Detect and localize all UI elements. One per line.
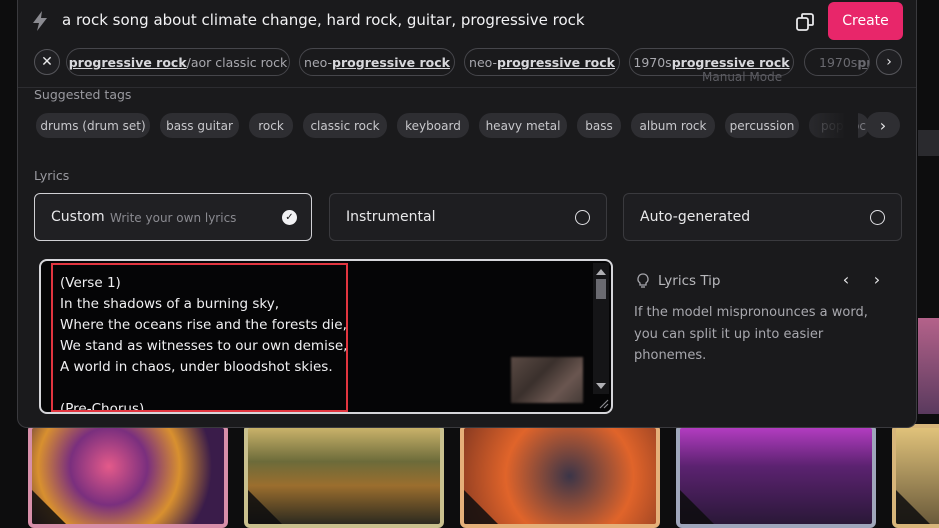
option-title: Instrumental (346, 209, 436, 225)
lyrics-option-custom[interactable]: Custom Write your own lyrics ✓ (34, 193, 312, 241)
background-thumbnail (918, 318, 939, 414)
fade-overlay (798, 110, 858, 142)
check-icon: ✓ (282, 210, 297, 225)
blurred-region (511, 357, 583, 403)
style-chip-bold: progressive rock (68, 54, 187, 70)
chevron-right-icon[interactable]: › (866, 112, 900, 138)
chevron-right-icon[interactable]: › (876, 49, 902, 75)
style-chip-prefix: neo- (304, 54, 333, 70)
lyrics-option-instrumental[interactable]: Instrumental (329, 193, 607, 241)
tag-chip[interactable]: bass guitar (160, 113, 239, 138)
tag-chip[interactable]: drums (drum set) (36, 113, 150, 138)
tag-chip[interactable]: classic rock (303, 113, 387, 138)
copy-icon[interactable] (794, 11, 816, 33)
song-cover-thumbnail[interactable] (676, 424, 876, 528)
lyrics-tip-title: Lyrics Tip (658, 273, 721, 289)
style-chip-prefix: neo- (469, 54, 498, 70)
scroll-up-icon[interactable] (596, 269, 606, 275)
option-title: Custom (51, 209, 105, 225)
song-gallery (0, 418, 939, 528)
option-title: Auto-generated (640, 209, 751, 225)
style-chip-prefix: 1970s (633, 54, 672, 70)
lyrics-textarea[interactable]: (Verse 1) In the shadows of a burning sk… (39, 259, 613, 414)
style-chip[interactable]: progressive rock/aor classic rock (66, 48, 290, 76)
manual-mode-label: Manual Mode (702, 70, 783, 84)
app-page: a rock song about climate change, hard r… (0, 0, 939, 528)
chevron-left-icon[interactable]: ‹ (838, 269, 854, 289)
close-icon[interactable]: ✕ (34, 49, 60, 75)
prompt-bar: a rock song about climate change, hard r… (18, 0, 916, 44)
song-cover-thumbnail[interactable] (244, 424, 444, 528)
tag-chip[interactable]: album rock (631, 113, 715, 138)
divider (18, 87, 916, 88)
prompt-input[interactable]: a rock song about climate change, hard r… (62, 11, 585, 29)
lightbulb-icon (637, 273, 649, 288)
style-chip-bold: progressive rock (497, 54, 615, 70)
style-chip-prefix: 1970s (819, 54, 858, 70)
tag-chip[interactable]: keyboard (397, 113, 469, 138)
scroll-down-icon[interactable] (596, 383, 606, 389)
create-song-panel: a rock song about climate change, hard r… (17, 0, 917, 428)
style-chip-bold: progressive rock (332, 54, 450, 70)
radio-icon (575, 210, 590, 225)
tag-chip[interactable]: rock (249, 113, 293, 138)
option-subtitle: Write your own lyrics (110, 211, 237, 225)
song-cover-thumbnail[interactable] (892, 424, 939, 528)
lyrics-tip-body: If the model mispronounces a word, you c… (634, 305, 868, 363)
scrollbar[interactable] (593, 263, 609, 394)
lyrics-label: Lyrics (34, 168, 70, 183)
style-chip[interactable]: neo-progressive rock (464, 48, 620, 76)
tag-chip[interactable]: percussion (725, 113, 799, 138)
chevron-right-icon[interactable]: › (869, 269, 885, 289)
style-chip-rest: /aor classic rock (186, 54, 288, 70)
resize-handle-icon[interactable] (597, 397, 609, 409)
style-chip-bold: progressive rock (671, 54, 790, 70)
radio-icon (870, 210, 885, 225)
tag-chip[interactable]: bass (577, 113, 621, 138)
style-chip[interactable]: 1970s pro (804, 48, 870, 76)
tag-chip[interactable]: heavy metal (479, 113, 567, 138)
highlight-box (51, 263, 348, 412)
song-cover-thumbnail[interactable] (28, 424, 228, 528)
song-cover-thumbnail[interactable] (460, 424, 660, 528)
background-thumbnail (918, 130, 939, 156)
scroll-thumb[interactable] (596, 279, 606, 299)
style-chip[interactable]: neo-progressive rock (299, 48, 455, 76)
suggested-tags-label: Suggested tags (34, 87, 132, 102)
lightning-icon (33, 11, 47, 31)
style-chip-bold: pro (857, 54, 869, 70)
lyrics-option-auto-generated[interactable]: Auto-generated (623, 193, 902, 241)
create-button[interactable]: Create (828, 2, 903, 40)
